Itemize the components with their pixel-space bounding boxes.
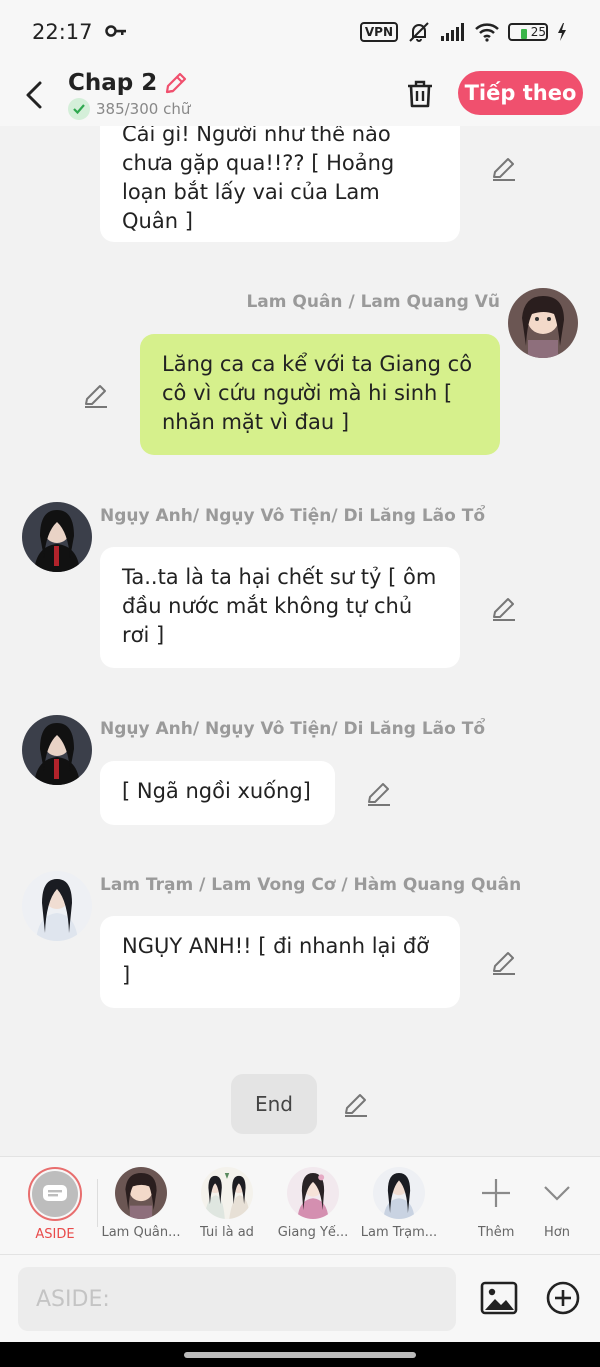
chevron-down-icon — [544, 1186, 570, 1201]
avatar-black-robe-man[interactable] — [22, 502, 92, 572]
avatar-pink-girl — [287, 1167, 339, 1219]
speaker-name: Lam Trạm / Lam Vong Cơ / Hàm Quang Quân — [100, 875, 522, 895]
avatar-group-icon — [201, 1167, 253, 1219]
system-nav-bar — [0, 1342, 600, 1367]
check-icon — [68, 98, 90, 120]
more-label: Hơn — [544, 1225, 570, 1240]
chat-area[interactable]: Cái gì! Người như thế nào chưa gặp qua!!… — [0, 126, 600, 1156]
character-bar: ASIDE Lam Quân... Tui là ad Giang Yế... … — [0, 1156, 600, 1254]
edit-title-pencil-icon[interactable] — [163, 70, 189, 96]
editor-header: Chap 2 385/300 chữ Tiếp theo — [0, 64, 600, 126]
add-button[interactable] — [542, 1277, 584, 1319]
message-text: Lăng ca ca kể với ta Giang cô cô vì cứu … — [162, 352, 473, 434]
title-block: Chap 2 385/300 chữ — [68, 70, 190, 120]
home-indicator[interactable] — [184, 1352, 416, 1358]
status-time: 22:17 — [32, 20, 93, 44]
character-giang-yem-ly[interactable]: Giang Yế... — [270, 1167, 356, 1240]
more-characters-button[interactable]: Hơn — [514, 1167, 600, 1240]
message-text: Ta..ta là ta hại chết sư tỷ [ ôm đầu nướ… — [122, 565, 437, 647]
plus-circle-icon — [546, 1281, 580, 1315]
vpn-badge: VPN — [359, 22, 398, 42]
avatar-dark-hair-girl — [115, 1167, 167, 1219]
signal-icon — [440, 21, 466, 43]
chevron-left-icon — [26, 81, 42, 109]
character-name: ASIDE — [35, 1227, 75, 1242]
end-marker[interactable]: End — [231, 1074, 317, 1134]
insert-image-button[interactable] — [478, 1277, 520, 1319]
edit-message-pencil-icon[interactable] — [490, 948, 518, 976]
message-text: NGỤY ANH!! [ đi nhanh lại đỡ ] — [122, 934, 430, 987]
status-icons: VPN 25 — [359, 21, 568, 43]
character-lam-quan[interactable]: Lam Quân... — [98, 1167, 184, 1240]
character-aside[interactable]: ASIDE — [12, 1167, 98, 1242]
avatar-dark-hair-girl[interactable] — [508, 288, 578, 358]
character-tui-la-ad[interactable]: Tui là ad — [184, 1167, 270, 1240]
edit-message-pencil-icon[interactable] — [82, 381, 110, 409]
message-bubble[interactable]: NGỤY ANH!! [ đi nhanh lại đỡ ] — [100, 916, 460, 1008]
add-label: Thêm — [477, 1225, 515, 1240]
message-text: Cái gì! Người như thế nào chưa gặp qua!!… — [122, 126, 395, 233]
edit-message-pencil-icon[interactable] — [365, 779, 393, 807]
edit-message-pencil-icon[interactable] — [490, 594, 518, 622]
muted-bell-icon — [406, 21, 432, 43]
message-bubble[interactable]: Lăng ca ca kể với ta Giang cô cô vì cứu … — [140, 334, 500, 455]
message-text: [ Ngã ngồi xuống] — [122, 779, 311, 803]
avatar-white-robe-man — [373, 1167, 425, 1219]
key-icon — [104, 22, 127, 43]
battery-level: 25 — [530, 25, 546, 39]
trash-icon — [408, 80, 432, 108]
character-name: Tui là ad — [200, 1225, 254, 1240]
edit-end-pencil-icon[interactable] — [342, 1090, 370, 1118]
avatar-white-robe-man[interactable] — [22, 871, 92, 941]
image-icon — [480, 1281, 518, 1315]
speaker-name: Lam Quân / Lam Quang Vũ — [246, 292, 500, 312]
character-name: Lam Quân... — [101, 1225, 181, 1240]
character-lam-tram[interactable]: Lam Trạm... — [356, 1167, 442, 1240]
status-bar: 22:17 VPN 25 — [0, 0, 600, 64]
aside-avatar — [28, 1167, 82, 1221]
wifi-icon — [474, 21, 500, 43]
character-name: Giang Yế... — [277, 1225, 349, 1240]
back-button[interactable] — [6, 67, 62, 123]
speaker-name: Ngụy Anh/ Ngụy Vô Tiện/ Di Lăng Lão Tổ — [100, 719, 486, 739]
message-bubble[interactable]: Ta..ta là ta hại chết sư tỷ [ ôm đầu nướ… — [100, 547, 460, 668]
delete-button[interactable] — [400, 74, 440, 114]
battery-indicator: 25 — [508, 23, 548, 41]
aside-icon — [43, 1185, 67, 1201]
avatar-black-robe-man[interactable] — [22, 715, 92, 785]
message-bubble[interactable]: Cái gì! Người như thế nào chưa gặp qua!!… — [100, 126, 460, 242]
edit-message-pencil-icon[interactable] — [490, 154, 518, 182]
message-input[interactable] — [18, 1267, 456, 1331]
charging-icon — [556, 21, 568, 43]
chapter-title: Chap 2 — [68, 70, 158, 96]
speaker-name: Ngụy Anh/ Ngụy Vô Tiện/ Di Lăng Lão Tổ — [100, 506, 486, 526]
word-count: 385/300 chữ — [96, 100, 191, 118]
message-bubble[interactable]: [ Ngã ngồi xuống] — [100, 761, 335, 825]
next-button[interactable]: Tiếp theo — [458, 71, 583, 115]
character-name: Lam Trạm... — [360, 1225, 438, 1240]
input-bar — [0, 1254, 600, 1342]
